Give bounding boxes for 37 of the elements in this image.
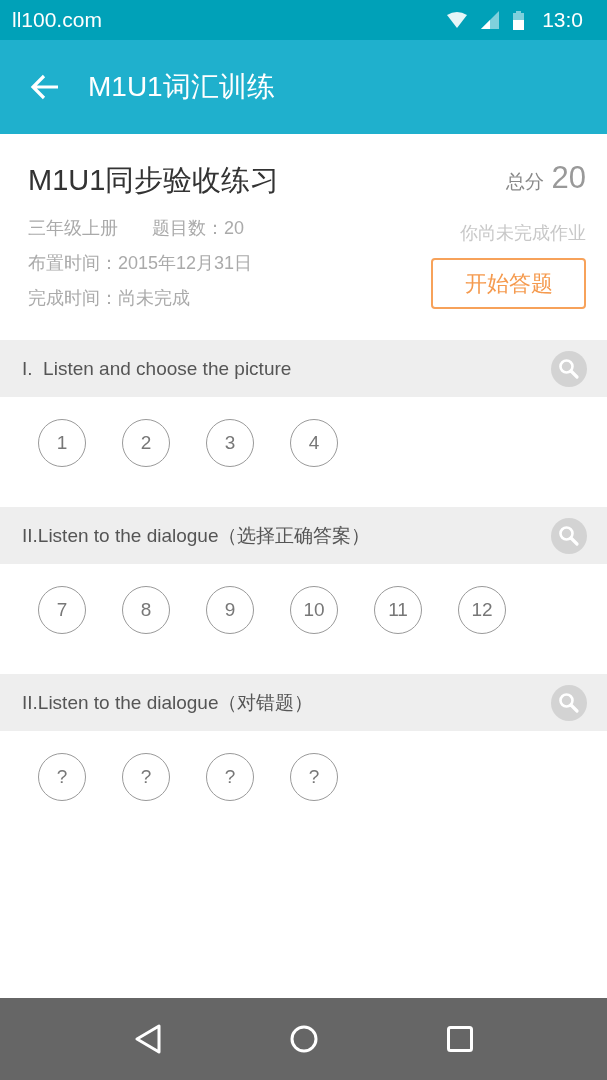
question-number-button[interactable]: ?: [38, 753, 86, 801]
search-icon[interactable]: [551, 350, 587, 387]
battery-icon: [513, 10, 525, 30]
question-number-button[interactable]: 11: [374, 586, 422, 634]
section-title: II.Listen to the dialogue（对错题）: [22, 690, 315, 715]
question-number-button[interactable]: 3: [206, 419, 254, 467]
status-text: ll100.com: [12, 8, 103, 32]
question-number-button[interactable]: ?: [206, 753, 254, 801]
question-number-button[interactable]: 12: [458, 586, 506, 634]
question-count: 题目数：20: [152, 216, 245, 240]
question-number-button[interactable]: 7: [38, 586, 86, 634]
assigned-time: 布置时间：2015年12月31日: [28, 251, 253, 275]
question-number-button[interactable]: 10: [290, 586, 338, 634]
app-title: M1U1词汇训练: [88, 70, 275, 104]
completed-time: 完成时间：尚未完成: [28, 286, 190, 310]
wifi-icon: [447, 12, 468, 28]
section-title: II.Listen to the dialogue（选择正确答案）: [22, 523, 372, 548]
search-icon[interactable]: [551, 684, 587, 721]
section-title: I. Listen and choose the picture: [22, 357, 293, 380]
question-number-button[interactable]: 4: [290, 419, 338, 467]
signal-icon: [481, 11, 500, 29]
question-number-button[interactable]: 9: [206, 586, 254, 634]
score-value: 20: [551, 160, 586, 196]
assignment-title: M1U1同步验收练习: [28, 163, 281, 198]
question-number-button[interactable]: 2: [122, 419, 170, 467]
question-number-button[interactable]: ?: [290, 753, 338, 801]
home-circle-icon[interactable]: [289, 1025, 318, 1053]
question-number-button[interactable]: ?: [122, 753, 170, 801]
back-arrow-icon[interactable]: [30, 74, 60, 100]
question-number-button[interactable]: 8: [122, 586, 170, 634]
score-label: 总分: [505, 170, 544, 194]
grade-label: 三年级上册: [28, 216, 118, 240]
recents-square-icon[interactable]: [446, 1026, 473, 1052]
question-number-button[interactable]: 1: [38, 419, 86, 467]
search-icon[interactable]: [551, 517, 587, 554]
back-triangle-icon[interactable]: [134, 1024, 161, 1054]
clock-time: 13:0: [542, 8, 583, 32]
